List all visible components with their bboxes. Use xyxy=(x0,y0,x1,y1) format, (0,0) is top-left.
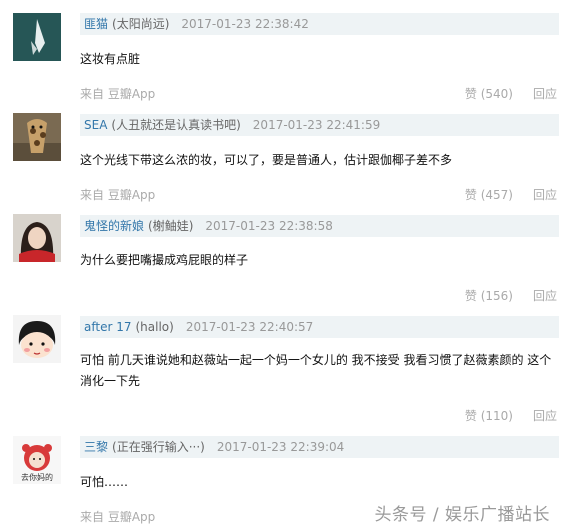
user-status: (正在强行输入···) xyxy=(112,440,205,454)
user-status: (榭鲉娃) xyxy=(148,219,194,233)
comment-text: 这妆有点脏 xyxy=(80,52,141,66)
comment-meta: SEA (人丑就还是认真读书吧) 2017-01-23 22:41:59 xyxy=(80,114,559,136)
username-link[interactable]: after 17 xyxy=(84,320,131,334)
comment-time: 2017-01-23 22:38:58 xyxy=(205,219,333,233)
user-status: (太阳尚远) xyxy=(112,17,170,31)
comment-text: 这个光线下带这么浓的妆，可以了，要是普通人，估计跟伽椰子差不多 xyxy=(80,153,453,167)
like-button[interactable]: 赞 (540) xyxy=(465,87,513,101)
comment-meta: 匪猫 (太阳尚远) 2017-01-23 22:38:42 xyxy=(80,13,559,35)
user-avatar[interactable] xyxy=(13,315,61,363)
comment-text: 为什么要把嘴撮成鸡屁眼的样子 xyxy=(80,253,249,267)
comment-meta: 三黎 (正在强行输入···) 2017-01-23 22:39:04 xyxy=(80,436,559,458)
reply-button[interactable]: 回应 xyxy=(533,409,557,423)
reply-button[interactable]: 回应 xyxy=(533,289,557,303)
comment-footer: 来自 豆瓣App 赞 (457) 回应 xyxy=(80,186,557,204)
user-avatar[interactable] xyxy=(13,113,61,161)
like-button[interactable]: 赞 (156) xyxy=(465,289,513,303)
comment-footer: 来自 豆瓣App 赞 (540) 回应 xyxy=(80,85,557,103)
watermark: 头条号 / 娱乐广播站长 xyxy=(374,505,550,525)
comment-meta: 鬼怪的新娘 (榭鲉娃) 2017-01-23 22:38:58 xyxy=(80,215,559,237)
reply-button[interactable]: 回应 xyxy=(533,87,557,101)
comment-time: 2017-01-23 22:41:59 xyxy=(252,118,381,132)
source-label: 来自 豆瓣App xyxy=(80,188,156,202)
comment-meta: after 17 (hallo) 2017-01-23 22:40:57 xyxy=(80,316,559,338)
user-avatar[interactable]: 去你妈的 xyxy=(13,436,61,484)
source-label: 来自 豆瓣App xyxy=(80,510,156,524)
username-link[interactable]: 鬼怪的新娘 xyxy=(84,219,144,233)
comment-text: 可怕 前几天谁说她和赵薇站一起一个妈一个女儿的 我不接受 我看习惯了赵薇素颜的 … xyxy=(80,353,552,388)
user-avatar[interactable] xyxy=(13,214,61,262)
avatar-caption: 去你妈的 xyxy=(21,472,53,482)
user-status: (人丑就还是认真读书吧) xyxy=(111,118,241,132)
username-link[interactable]: 三黎 xyxy=(84,440,108,454)
source-label: 来自 豆瓣App xyxy=(80,87,156,101)
comment-time: 2017-01-23 22:38:42 xyxy=(181,17,309,31)
like-button[interactable]: 赞 (457) xyxy=(465,188,513,202)
reply-button[interactable]: 回应 xyxy=(533,188,557,202)
comment-footer: 赞 (156) 回应 xyxy=(80,287,557,305)
comment-time: 2017-01-23 22:39:04 xyxy=(216,440,345,454)
like-button[interactable]: 赞 (110) xyxy=(465,409,513,423)
comment-time: 2017-01-23 22:40:57 xyxy=(185,320,314,334)
username-link[interactable]: SEA xyxy=(84,118,107,132)
comment-text: 可怕…… xyxy=(80,475,129,489)
username-link[interactable]: 匪猫 xyxy=(84,17,108,31)
comment-footer: 赞 (110) 回应 xyxy=(80,407,557,425)
user-avatar[interactable] xyxy=(13,13,61,61)
user-status: (hallo) xyxy=(135,320,174,334)
